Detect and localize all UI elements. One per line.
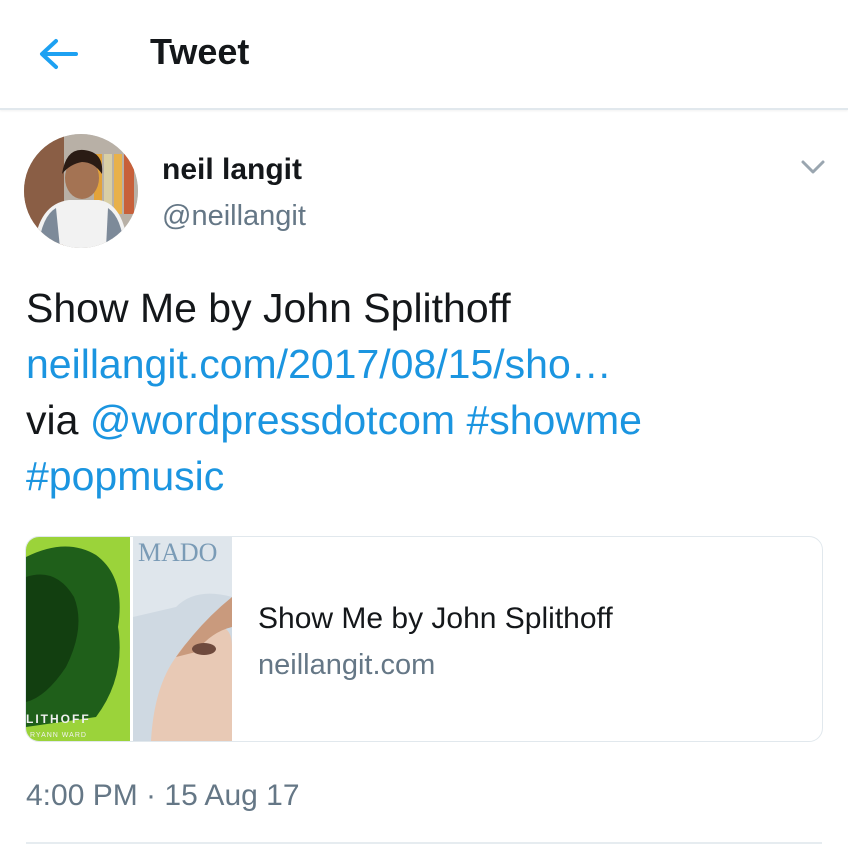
card-thumbnail: LITHOFF RYANN WARD MADO — [26, 537, 232, 741]
top-bar: Tweet — [0, 0, 848, 110]
card-image-left-text: LITHOFF — [26, 712, 91, 726]
tweet-line: Show Me by John Splithoff — [26, 285, 511, 331]
hashtag-showme[interactable]: #showme — [466, 397, 641, 443]
author-name[interactable]: neil langit — [162, 150, 302, 190]
back-button[interactable] — [36, 34, 80, 74]
arrow-left-icon — [40, 39, 78, 69]
link-card[interactable]: LITHOFF RYANN WARD MADO Show Me by John … — [25, 536, 823, 742]
hashtag-popmusic[interactable]: #popmusic — [26, 453, 224, 499]
author-handle[interactable]: @neillangit — [162, 196, 306, 236]
via-text: via — [26, 397, 79, 443]
card-title: Show Me by John Splithoff — [258, 602, 613, 635]
mention-link[interactable]: @wordpressdotcom — [90, 397, 455, 443]
tweet-menu-button[interactable] — [796, 150, 830, 184]
tweet-link[interactable]: neillangit.com/2017/08/15/sho… — [26, 341, 612, 387]
card-domain: neillangit.com — [258, 649, 436, 681]
avatar[interactable] — [24, 134, 138, 248]
tweet-timestamp: 4:00 PM · 15 Aug 17 — [26, 779, 300, 812]
page-title: Tweet — [150, 31, 250, 72]
tweet-text: Show Me by John Splithoff neillangit.com… — [26, 280, 826, 504]
chevron-down-icon — [801, 160, 825, 174]
divider — [26, 842, 822, 844]
card-image-right-text: MADO — [138, 538, 217, 567]
card-image-left-subtext: RYANN WARD — [30, 732, 87, 739]
